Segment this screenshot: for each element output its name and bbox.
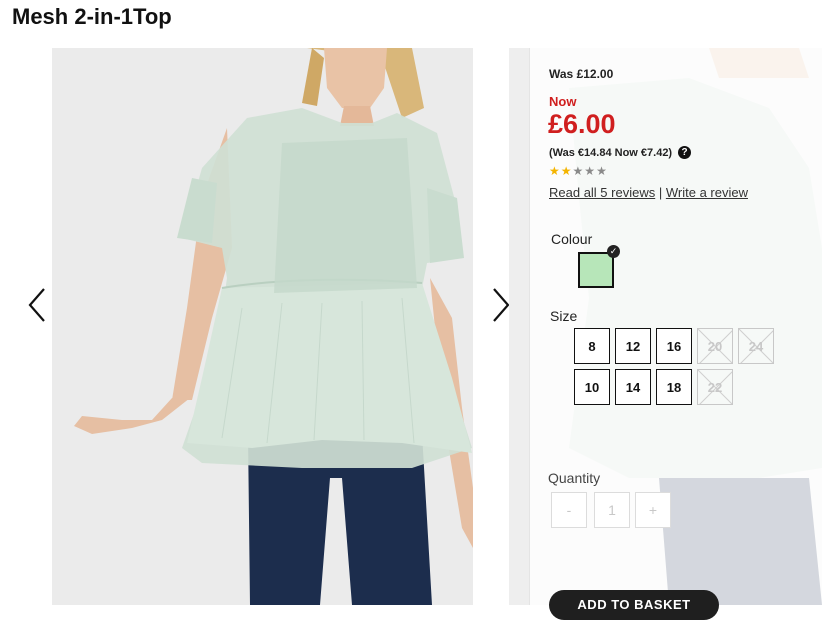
size-option-16[interactable]: 16 [656,328,692,364]
quantity-label: Quantity [548,470,601,486]
read-reviews-link[interactable]: Read all 5 reviews [549,185,655,200]
was-price: Was £12.00 [549,67,614,81]
star-empty-icon: ★ [596,164,608,178]
reviews-links: Read all 5 reviews | Write a review [549,185,748,200]
quantity-decrease-button[interactable]: - [551,492,587,528]
size-option-20-unavailable: 20 [697,328,733,364]
size-option-12[interactable]: 12 [615,328,651,364]
star-empty-icon: ★ [572,164,585,178]
star-filled-icon: ★ [560,164,573,178]
quantity-increase-button[interactable]: + [635,492,671,528]
size-option-24-unavailable: 24 [738,328,774,364]
size-option-8[interactable]: 8 [574,328,610,364]
help-icon[interactable]: ? [678,146,692,159]
star-filled-icon: ★ [549,164,561,178]
now-label: Now [549,94,577,109]
write-review-link[interactable]: Write a review [666,185,748,200]
size-option-22-unavailable: 22 [697,369,733,405]
rating-stars: ★★★★★ [549,164,608,178]
colour-label: Colour [551,231,593,247]
euro-price-text: (Was €14.84 Now €7.42) [549,146,673,159]
now-price: £6.00 [548,109,616,139]
selected-check-icon: ✓ [607,245,620,258]
previous-image-button[interactable] [22,280,52,330]
size-option-14[interactable]: 14 [615,369,651,405]
product-photo-illustration [52,48,473,605]
add-to-basket-button[interactable]: ADD TO BASKET [549,590,719,620]
size-option-18[interactable]: 18 [656,369,692,405]
star-empty-icon: ★ [584,164,597,178]
size-label: Size [550,308,578,324]
quantity-input[interactable]: 1 [594,492,630,528]
product-title: Mesh 2-in-1Top [12,4,172,29]
reviews-separator: | [658,185,663,200]
size-value: 22 [707,379,723,395]
size-value: 24 [748,338,764,354]
product-image[interactable] [52,48,473,605]
colour-swatch-mint[interactable] [578,252,614,288]
euro-price-note: (Was €14.84 Now €7.42) ? [549,146,692,159]
size-value: 20 [707,338,723,354]
size-option-10[interactable]: 10 [574,369,610,405]
chevron-left-icon [28,288,45,322]
